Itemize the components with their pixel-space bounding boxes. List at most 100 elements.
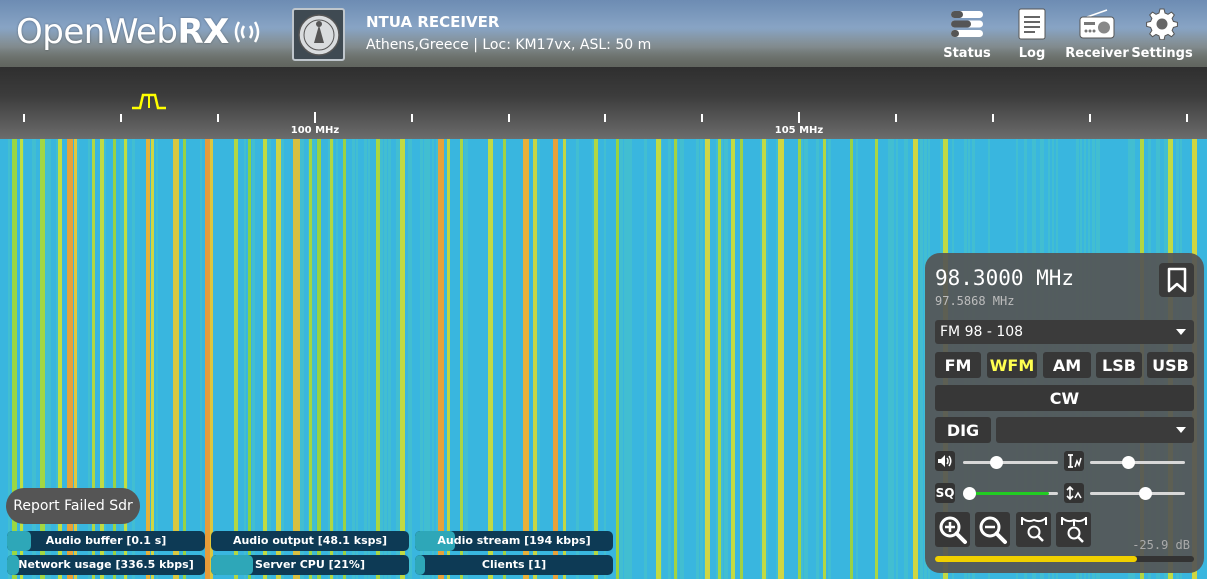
audio-buffer-progress: Audio buffer [0.1 s] bbox=[7, 531, 205, 551]
waterfall-signal-band bbox=[904, 139, 908, 579]
waterfall-signal-band bbox=[804, 139, 808, 579]
waterfall-signal-band bbox=[424, 139, 428, 579]
digital-mode-select[interactable] bbox=[996, 417, 1194, 443]
zoom-in-button[interactable] bbox=[935, 512, 970, 547]
noise-reduction-slider-thumb[interactable] bbox=[1122, 456, 1135, 469]
waterfall-signal-band bbox=[850, 139, 853, 579]
radio-icon bbox=[1079, 9, 1115, 39]
report-failed-sdr-button[interactable]: Report Failed Sdr bbox=[6, 488, 140, 524]
waterfall-signal-band bbox=[731, 139, 735, 579]
waterfall-signal-band bbox=[740, 139, 743, 579]
waterfall-signal-band bbox=[263, 139, 267, 579]
waterfall-signal-band bbox=[624, 139, 628, 579]
waterfall-signal-band bbox=[892, 139, 894, 579]
waterfall-signal-band bbox=[384, 139, 387, 579]
waterfall-signal-band bbox=[276, 139, 281, 579]
waterfall-signal-band bbox=[533, 139, 537, 579]
zoom-out-icon bbox=[979, 516, 1007, 544]
agc-button[interactable] bbox=[1064, 483, 1084, 503]
waterfall-signal-band bbox=[364, 139, 367, 579]
waterfall-signal-band bbox=[317, 139, 321, 579]
volume-slider-thumb[interactable] bbox=[990, 456, 1004, 469]
log-icon bbox=[1018, 8, 1046, 40]
scale-tick bbox=[23, 114, 25, 122]
mode-cw-button[interactable]: CW bbox=[935, 385, 1194, 411]
waterfall-signal-band bbox=[620, 139, 623, 579]
waterfall-signal-band bbox=[376, 139, 380, 579]
audio-stream-label: Audio stream [194 kbps] bbox=[437, 534, 591, 547]
waterfall-signal-band bbox=[312, 139, 316, 579]
waterfall-signal-band bbox=[576, 139, 579, 579]
scale-tick bbox=[217, 114, 219, 122]
waterfall-signal-band bbox=[696, 139, 699, 579]
scale-tick bbox=[314, 112, 316, 123]
mute-button[interactable] bbox=[935, 451, 955, 471]
smeter-value: -25.9 dB bbox=[1132, 538, 1190, 552]
smeter-bar bbox=[935, 556, 1194, 562]
waterfall-signal-band bbox=[616, 139, 619, 579]
waterfall-signal-band bbox=[252, 139, 255, 579]
gear-icon bbox=[1146, 8, 1178, 40]
chevron-down-icon bbox=[1176, 427, 1186, 433]
noise-reduction-button[interactable] bbox=[1064, 451, 1084, 471]
scale-tick bbox=[1089, 114, 1091, 122]
zoom-to-center-button[interactable] bbox=[1056, 512, 1091, 547]
nav-receiver-button[interactable]: Receiver bbox=[1065, 6, 1129, 64]
bookmark-button[interactable] bbox=[1159, 263, 1194, 297]
mode-wfm-button[interactable]: WFM bbox=[987, 352, 1037, 378]
zoom-out-button[interactable] bbox=[975, 512, 1010, 547]
chevron-down-icon bbox=[1176, 329, 1186, 335]
mode-am-button[interactable]: AM bbox=[1043, 352, 1091, 378]
openwebrx-logo[interactable]: Open Web RX bbox=[16, 10, 261, 54]
audio-buffer-label: Audio buffer [0.1 s] bbox=[45, 534, 167, 547]
mode-usb-button[interactable]: USB bbox=[1147, 352, 1194, 378]
waterfall-signal-band bbox=[656, 139, 661, 579]
waterfall-signal-band bbox=[356, 139, 358, 579]
waterfall-signal-band bbox=[674, 139, 677, 579]
waterfall-signal-band bbox=[200, 139, 202, 579]
waterfall-signal-band bbox=[896, 139, 898, 579]
waterfall-signal-band bbox=[183, 139, 186, 579]
squelch-slider-thumb[interactable] bbox=[963, 487, 976, 500]
agc-slider[interactable] bbox=[1090, 487, 1185, 500]
profile-select[interactable]: FM 98 - 108 bbox=[935, 320, 1194, 344]
waterfall-signal-band bbox=[724, 139, 728, 579]
mode-fm-button[interactable]: FM bbox=[935, 352, 981, 378]
receiver-title: NTUA RECEIVER bbox=[366, 13, 500, 31]
waterfall-signal-band bbox=[447, 139, 450, 579]
scale-tick bbox=[604, 114, 606, 122]
nav-status-button[interactable]: Status bbox=[936, 6, 998, 64]
waterfall-signal-band bbox=[888, 139, 892, 579]
audio-output-label: Audio output [48.1 ksps] bbox=[232, 534, 388, 547]
nav-settings-label: Settings bbox=[1131, 46, 1193, 61]
noise-reduction-slider[interactable] bbox=[1090, 456, 1185, 469]
waterfall-signal-band bbox=[234, 139, 238, 579]
squelch-slider[interactable] bbox=[963, 487, 1058, 500]
scale-tick bbox=[120, 114, 122, 122]
waterfall-signal-band bbox=[388, 139, 391, 579]
smeter-bar-fill bbox=[935, 556, 1138, 562]
zoom-to-full-button[interactable] bbox=[1016, 512, 1051, 547]
agc-slider-thumb[interactable] bbox=[1139, 487, 1153, 500]
scale-tick bbox=[895, 114, 897, 122]
waterfall-signal-band bbox=[400, 139, 405, 579]
waterfall-signal-band bbox=[604, 139, 606, 579]
waterfall-signal-band bbox=[823, 139, 826, 579]
seal-icon bbox=[297, 13, 340, 56]
squelch-button[interactable]: SQ bbox=[935, 483, 955, 503]
waterfall-signal-band bbox=[668, 139, 671, 579]
frequency-scale[interactable]: 100 MHz 105 MHz bbox=[0, 67, 1207, 139]
mode-lsb-button[interactable]: LSB bbox=[1096, 352, 1142, 378]
server-cpu-label: Server CPU [21%] bbox=[255, 558, 365, 571]
waterfall-signal-band bbox=[420, 139, 423, 579]
nav-log-button[interactable]: Log bbox=[1001, 6, 1063, 64]
mode-dig-button[interactable]: DIG bbox=[935, 417, 991, 443]
filter-passband-marker[interactable] bbox=[131, 92, 167, 110]
audio-stream-progress: Audio stream [194 kbps] bbox=[415, 531, 613, 551]
waterfall-signal-band bbox=[628, 139, 632, 579]
tuned-frequency[interactable]: 98.3000 MHz bbox=[935, 266, 1074, 290]
waterfall-signal-band bbox=[705, 139, 710, 579]
nav-settings-button[interactable]: Settings bbox=[1131, 6, 1193, 64]
waterfall-signal-band bbox=[343, 139, 346, 579]
volume-slider[interactable] bbox=[963, 456, 1058, 469]
